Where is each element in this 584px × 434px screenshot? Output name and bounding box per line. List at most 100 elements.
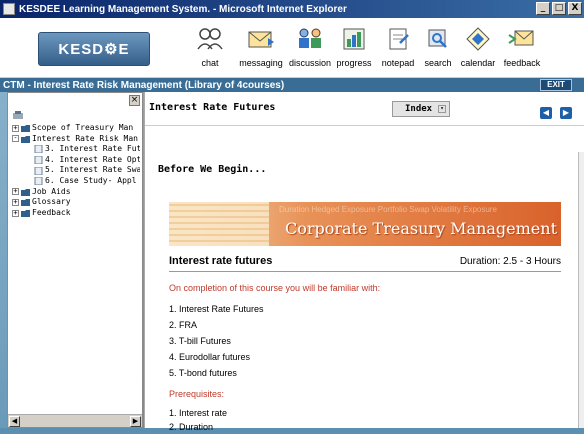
- close-button[interactable]: X: [568, 2, 582, 15]
- vertical-scrollbar[interactable]: [578, 152, 584, 428]
- objective-item: 1. Interest Rate Futures: [169, 304, 264, 314]
- expand-icon[interactable]: +: [12, 188, 19, 196]
- tool-messaging[interactable]: messaging: [234, 22, 288, 70]
- tree-node-label: Scope of Treasury Man: [32, 123, 134, 132]
- maximize-button[interactable]: □: [552, 2, 566, 15]
- tree-node[interactable]: + Glossary: [12, 197, 140, 208]
- tree-node[interactable]: 4. Interest Rate Opti: [12, 155, 140, 166]
- notepad-icon: [384, 22, 412, 56]
- collapse-icon[interactable]: -: [12, 135, 19, 143]
- tool-label: search: [424, 58, 452, 68]
- tree-node[interactable]: 6. Case Study- Appl: [12, 176, 140, 187]
- objective-item: 3. T-bill Futures: [169, 336, 231, 346]
- tree-node-label: 4. Interest Rate Opti: [45, 154, 140, 164]
- chevron-down-icon: ▾: [438, 105, 446, 113]
- horizontal-scrollbar[interactable]: ◀ ▶: [8, 414, 142, 427]
- course-header: Interest rate futures Duration: 2.5 - 3 …: [169, 250, 561, 272]
- browser-icon: [3, 3, 15, 15]
- tool-label: messaging: [239, 58, 283, 68]
- scroll-left-icon[interactable]: ◀: [9, 416, 20, 427]
- objective-item: 5. T-bond futures: [169, 368, 237, 378]
- objectives-intro: On completion of this course you will be…: [169, 283, 381, 293]
- tool-label: chat: [201, 58, 219, 68]
- tree-node[interactable]: 5. Interest Rate Swa: [12, 165, 140, 176]
- tool-label: progress: [336, 58, 372, 68]
- tool-feedback[interactable]: feedback: [500, 22, 544, 70]
- folder-icon: [21, 198, 30, 207]
- tool-progress[interactable]: progress: [332, 22, 376, 70]
- course-duration: Duration: 2.5 - 3 Hours: [459, 256, 561, 267]
- prerequisite-item: 2. Duration: [169, 422, 214, 432]
- objective-item: 2. FRA: [169, 320, 198, 330]
- tree-node[interactable]: + Feedback: [12, 208, 140, 219]
- minimize-button[interactable]: _: [536, 2, 550, 15]
- tool-label: feedback: [503, 58, 541, 68]
- toolbar: KESD⚙E chat messaging discussion progress no…: [0, 18, 584, 78]
- page-icon: [34, 155, 43, 165]
- tree-node[interactable]: 3. Interest Rate Futu: [12, 144, 140, 155]
- course-tree: + Scope of Treasury Man - Interest Rate Ris…: [12, 123, 140, 218]
- expand-icon[interactable]: +: [12, 124, 19, 132]
- tool-discussion[interactable]: discussion: [288, 22, 332, 70]
- page-icon: [34, 144, 43, 154]
- tree-node-label: Job Aids: [32, 186, 71, 196]
- expand-icon[interactable]: +: [12, 209, 19, 217]
- tool-notepad[interactable]: notepad: [376, 22, 420, 70]
- progress-icon: [340, 22, 368, 56]
- banner-image: [169, 202, 269, 246]
- course-title: CTM - Interest Rate Risk Management (Lib…: [3, 79, 285, 91]
- feedback-icon: [507, 22, 537, 56]
- next-page-button[interactable]: ▶: [560, 107, 572, 119]
- chat-icon: [195, 22, 225, 56]
- navigation-pane: × + Scope of Treasury Man - Interest Rate R…: [7, 92, 143, 428]
- tree-node-label: 3. Interest Rate Futu: [45, 144, 140, 154]
- search-icon: [424, 22, 452, 56]
- window-title: KESDEE Learning Management System. - Mic…: [19, 3, 347, 15]
- objective-item: 4. Eurodollar futures: [169, 352, 251, 362]
- tree-node-label: Feedback: [32, 207, 71, 217]
- tree-node[interactable]: - Interest Rate Risk Man: [12, 134, 140, 145]
- prerequisite-item: 1. Interest rate: [169, 408, 228, 418]
- course-banner: Duration Hedged Exposure Portfolio Swap …: [169, 202, 561, 246]
- objectives-list: 1. Interest Rate Futures 2. FRA 3. T-bill …: [169, 301, 264, 381]
- index-dropdown[interactable]: Index ▾: [392, 101, 450, 117]
- tree-node-label: 5. Interest Rate Swa: [45, 165, 140, 175]
- open-folder-icon: [21, 135, 30, 143]
- tree-node-label: Glossary: [32, 197, 71, 207]
- kesdee-logo: KESD⚙E: [38, 32, 150, 66]
- tree-node[interactable]: + Job Aids: [12, 187, 140, 198]
- lesson-title: Interest Rate Futures: [149, 102, 276, 113]
- tool-calendar[interactable]: calendar: [456, 22, 500, 70]
- exit-button[interactable]: EXIT: [540, 79, 572, 91]
- banner-title: Corporate Treasury Management: [284, 219, 557, 238]
- close-pane-icon[interactable]: ×: [129, 95, 140, 106]
- scroll-right-icon[interactable]: ▶: [130, 416, 141, 427]
- index-label: Index: [405, 104, 433, 114]
- header-divider: [145, 125, 584, 126]
- page-icon: [34, 166, 43, 176]
- prerequisites-list: 1. Interest rate 2. Duration: [169, 406, 227, 434]
- course-name: Interest rate futures: [169, 255, 273, 267]
- calendar-icon: [464, 22, 492, 56]
- window-controls: _ □ X: [536, 2, 582, 15]
- tree-node-label: 6. Case Study- Appl: [45, 175, 137, 185]
- previous-page-button[interactable]: ◀: [540, 107, 552, 119]
- tree-node[interactable]: + Scope of Treasury Man: [12, 123, 140, 134]
- tool-search[interactable]: search: [420, 22, 456, 70]
- folder-icon: [21, 188, 30, 196]
- banner-background-text: Duration Hedged Exposure Portfolio Swap …: [279, 205, 497, 214]
- window-titlebar: KESDEE Learning Management System. - Mic…: [0, 0, 584, 18]
- course-bar: CTM - Interest Rate Risk Management (Lib…: [0, 78, 584, 92]
- tree-node-label: Interest Rate Risk Man: [32, 133, 138, 143]
- prerequisites-heading: Prerequisites:: [169, 389, 225, 399]
- page-icon: [34, 176, 43, 186]
- tool-chat[interactable]: chat: [186, 22, 234, 70]
- content-pane: Interest Rate Futures Index ▾ ◀ ▶ Before…: [144, 92, 584, 432]
- folder-icon: [21, 124, 30, 133]
- tool-label: notepad: [381, 58, 415, 68]
- envelope-icon: [246, 22, 276, 56]
- tool-label: calendar: [460, 58, 496, 68]
- tool-label: discussion: [288, 58, 332, 68]
- section-heading: Before We Begin...: [158, 164, 267, 175]
- expand-icon[interactable]: +: [12, 198, 19, 206]
